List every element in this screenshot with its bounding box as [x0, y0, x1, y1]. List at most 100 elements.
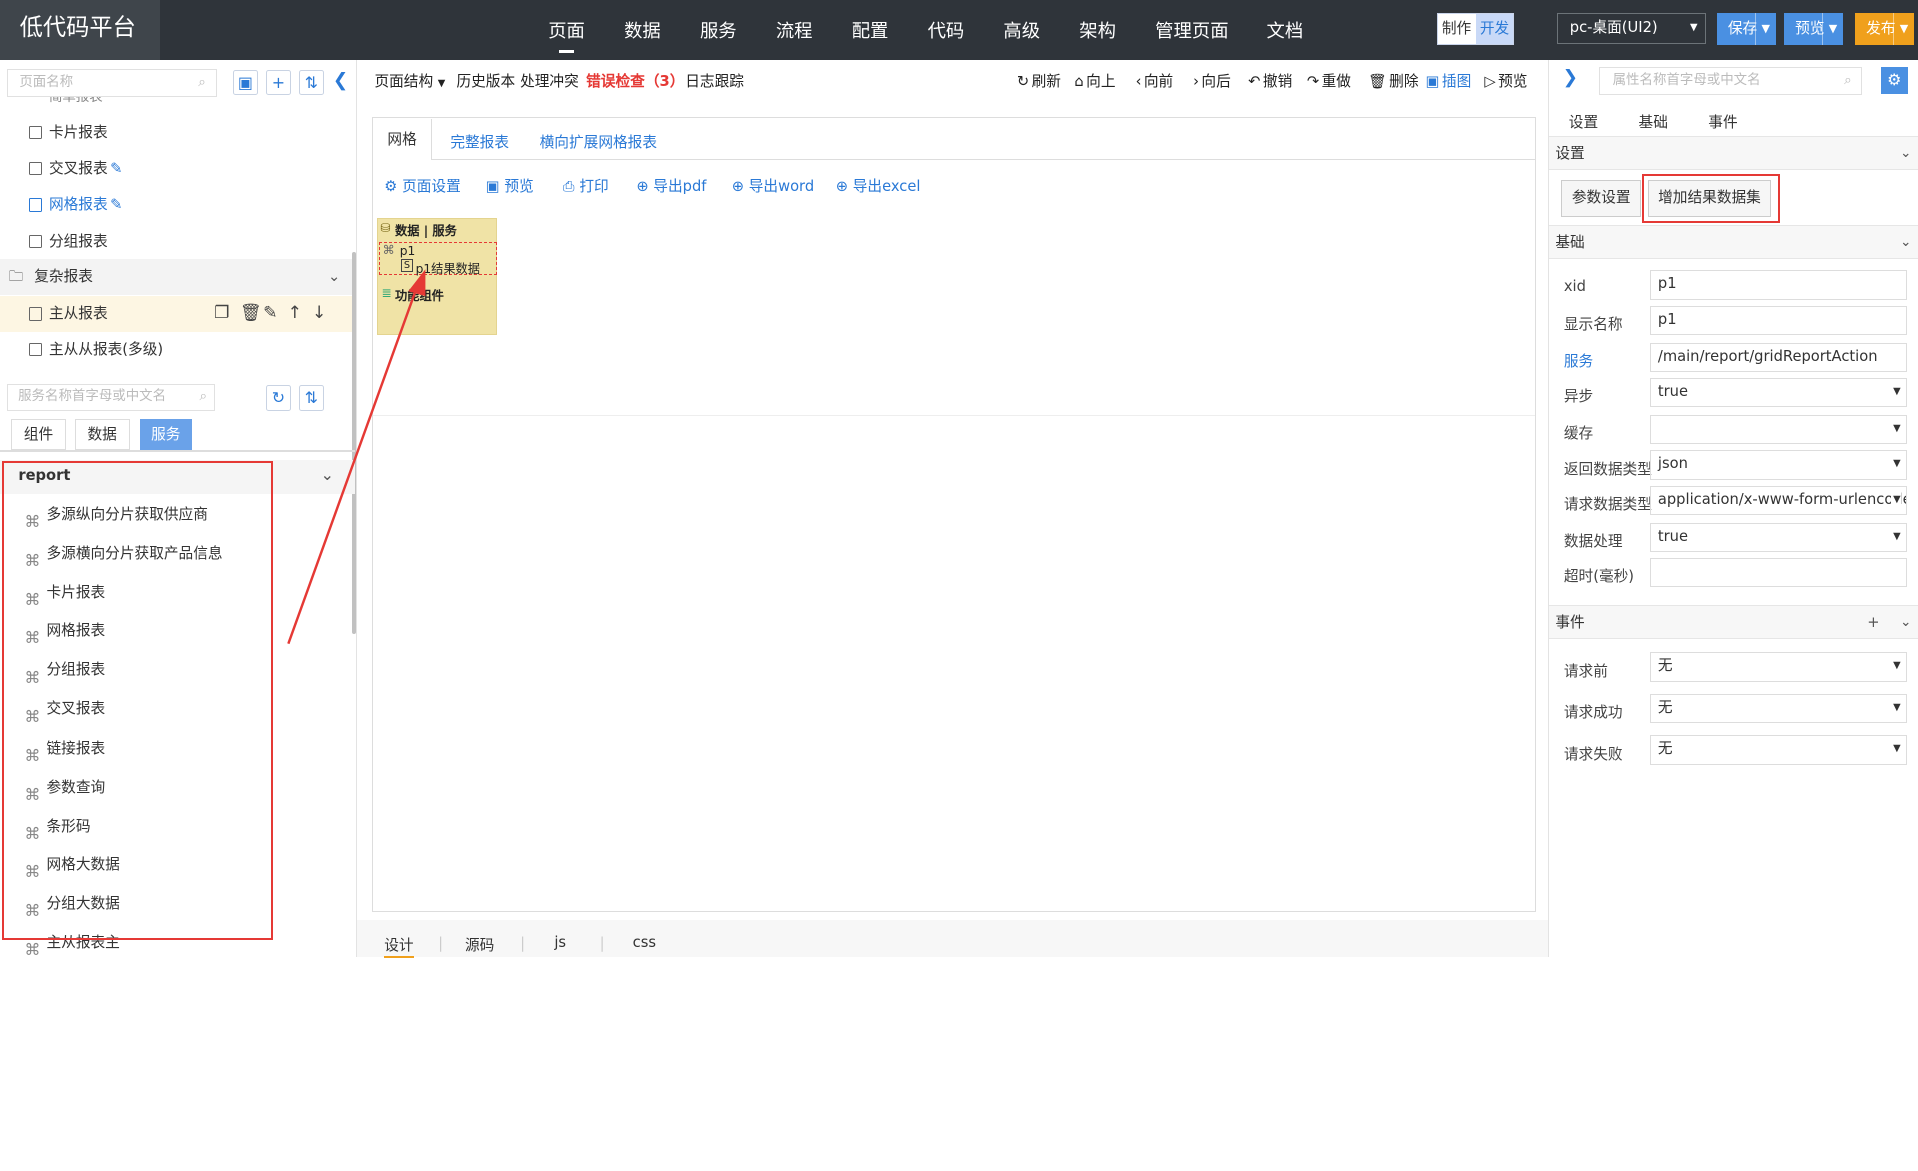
tree-item-selected[interactable]: 网格报表 ✎: [0, 187, 355, 222]
up-button[interactable]: ⌂ 向上: [1074, 70, 1115, 91]
tree-item[interactable]: 分组报表: [0, 224, 355, 259]
mode-make[interactable]: 制作: [1438, 14, 1476, 43]
nav-architecture[interactable]: 架构: [1079, 17, 1116, 43]
edit-icon[interactable]: ✎: [263, 296, 277, 331]
param-settings-button[interactable]: 参数设置: [1561, 179, 1641, 217]
tab-css[interactable]: css: [633, 934, 656, 951]
error-check-button[interactable]: 错误检查（3）: [586, 70, 684, 91]
field-label: xid: [1563, 277, 1586, 295]
section-basic[interactable]: 基础 ⌄: [1549, 225, 1918, 260]
chevron-down-icon: ▼: [1689, 22, 1698, 34]
tab-source[interactable]: 源码: [465, 934, 494, 955]
chevron-down-icon[interactable]: ▼: [1822, 13, 1843, 46]
service-field[interactable]: /main/report/gridReportAction: [1649, 342, 1907, 372]
request-fail-select[interactable]: 无 ▼: [1649, 735, 1907, 765]
data-processing-select[interactable]: true ▼: [1649, 522, 1907, 552]
nav-config[interactable]: 配置: [852, 17, 889, 43]
add-icon[interactable]: +: [265, 69, 292, 96]
sort-icon[interactable]: ⇅: [298, 69, 325, 96]
timeout-field[interactable]: [1649, 558, 1907, 588]
service-field-link[interactable]: 服务: [1564, 350, 1593, 371]
collapse-left-icon[interactable]: ❮: [333, 70, 348, 91]
history-button[interactable]: 历史版本: [456, 70, 515, 91]
back-button[interactable]: › 向后: [1193, 70, 1231, 91]
preview-toolbar-button[interactable]: ▷ 预览: [1484, 70, 1527, 91]
copy-icon[interactable]: ❐: [214, 296, 229, 331]
tab-design[interactable]: 设计: [384, 934, 414, 958]
request-type-value: application/x-www-form-urlencoded: [1657, 490, 1907, 508]
display-name-field[interactable]: p1: [1649, 305, 1907, 336]
export-word-button[interactable]: ⊕ 导出word: [732, 175, 814, 196]
page-structure-dropdown[interactable]: 页面结构 ▼: [374, 70, 445, 91]
tab-js[interactable]: js: [554, 934, 566, 951]
async-select[interactable]: true ▼: [1649, 378, 1907, 408]
section-settings[interactable]: 设置 ⌄: [1549, 135, 1918, 171]
export-word-label: 导出word: [748, 177, 815, 195]
undo-label: 撤销: [1262, 72, 1293, 90]
tree-item[interactable]: 卡片报表: [0, 115, 355, 150]
mode-dev[interactable]: 开发: [1475, 14, 1514, 44]
undo-button[interactable]: ↶ 撤销: [1248, 70, 1292, 91]
tree-item-label: 主从从报表(多级): [48, 340, 164, 358]
edit-pencil-icon[interactable]: ✎: [110, 151, 122, 186]
page-settings-button[interactable]: ⚙ 页面设置: [384, 175, 461, 196]
trash-icon[interactable]: 🗑: [240, 296, 262, 331]
chevron-down-icon[interactable]: ▼: [1754, 13, 1776, 46]
section-events[interactable]: 事件 + ⌄: [1549, 604, 1918, 640]
add-event-button[interactable]: +: [1867, 606, 1879, 640]
tab-settings[interactable]: 设置: [1569, 111, 1598, 132]
tab-basic[interactable]: 基础: [1639, 111, 1668, 132]
delete-button[interactable]: 🗑 删除: [1368, 70, 1418, 91]
nav-page[interactable]: 页面: [548, 17, 585, 54]
preview-button[interactable]: 预览 ▼: [1784, 13, 1843, 46]
service-search-input[interactable]: 服务名称首字母或中文名 ⌕: [7, 384, 216, 412]
export-excel-button[interactable]: ⊕ 导出excel: [836, 175, 921, 196]
publish-button[interactable]: 发布 ▼: [1855, 13, 1914, 46]
forward-button[interactable]: ‹ 向前: [1136, 70, 1174, 91]
gear-icon[interactable]: ⚙: [1880, 67, 1908, 95]
nav-flow[interactable]: 流程: [776, 17, 813, 43]
export-pdf-button[interactable]: ⊕ 导出pdf: [636, 175, 706, 196]
design-canvas[interactable]: [372, 117, 1536, 912]
play-icon: ▷: [1484, 72, 1496, 90]
image-icon: ▣: [1425, 72, 1440, 90]
chevron-right-icon[interactable]: ❯: [1563, 67, 1578, 88]
before-request-select[interactable]: 无 ▼: [1649, 652, 1907, 682]
page-search-input[interactable]: 页面名称 ⌕: [7, 68, 217, 97]
chevron-down-icon[interactable]: ▼: [1893, 13, 1914, 46]
nav-docs[interactable]: 文档: [1267, 17, 1304, 43]
log-trace-button[interactable]: 日志跟踪: [685, 70, 744, 91]
canvas-preview-button[interactable]: ▣ 预览: [486, 175, 534, 196]
tab-services[interactable]: 服务: [139, 418, 193, 451]
tab-grid[interactable]: 网格: [373, 118, 432, 161]
xid-field[interactable]: p1: [1649, 270, 1907, 300]
mode-toggle[interactable]: 制作 开发: [1436, 13, 1514, 46]
property-search-input[interactable]: 属性名称首字母或中文名 ⌕: [1599, 67, 1863, 96]
tab-horizontal-grid[interactable]: 横向扩展网格报表: [540, 131, 657, 152]
nav-service[interactable]: 服务: [700, 17, 737, 43]
nav-code[interactable]: 代码: [928, 17, 965, 43]
tab-components[interactable]: 组件: [11, 418, 67, 451]
tree-item[interactable]: 交叉报表 ✎: [0, 151, 355, 186]
cache-select[interactable]: ▼: [1649, 414, 1907, 445]
nav-data[interactable]: 数据: [624, 17, 661, 43]
save-button[interactable]: 保存 ▼: [1716, 13, 1776, 46]
request-type-select[interactable]: application/x-www-form-urlencoded ▼: [1649, 485, 1907, 516]
save-label: 保存: [1727, 20, 1758, 38]
conflict-button[interactable]: 处理冲突: [520, 70, 579, 91]
app-logo: 低代码平台: [0, 0, 161, 60]
refresh-button[interactable]: ↻ 刷新: [1017, 70, 1061, 91]
return-type-select[interactable]: json ▼: [1649, 450, 1907, 480]
insert-image-button[interactable]: ▣ 插图: [1426, 70, 1472, 91]
edit-pencil-icon[interactable]: ✎: [110, 187, 122, 222]
print-button[interactable]: ⎙ 打印: [563, 175, 609, 196]
device-select[interactable]: pc-桌面(UI2) ▼: [1556, 13, 1706, 45]
request-success-select[interactable]: 无 ▼: [1649, 693, 1907, 724]
tab-data[interactable]: 数据: [74, 418, 130, 451]
nav-manage-page[interactable]: 管理页面: [1155, 17, 1228, 43]
tab-full-report[interactable]: 完整报表: [450, 131, 509, 152]
nav-advanced[interactable]: 高级: [1003, 17, 1040, 43]
redo-button[interactable]: ↷ 重做: [1307, 70, 1351, 91]
tab-events[interactable]: 事件: [1708, 111, 1737, 132]
folder-icon[interactable]: ▣: [232, 69, 259, 96]
